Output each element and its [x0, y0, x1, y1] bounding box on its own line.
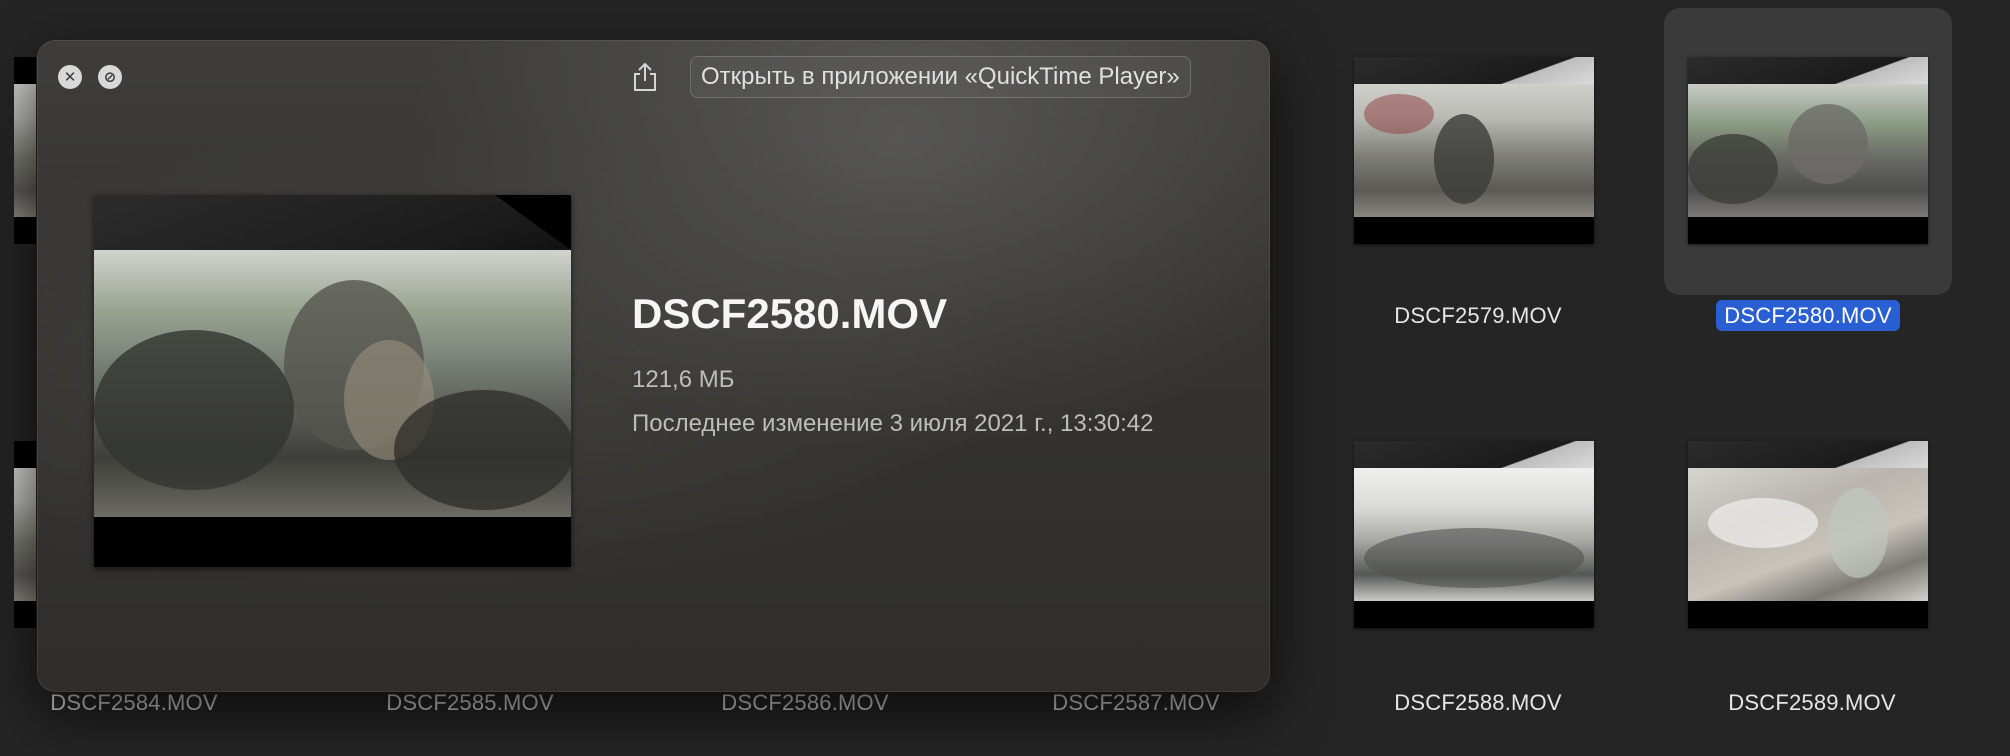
file-name: DSCF2589.MOV — [1728, 690, 1896, 715]
file-name: DSCF2579.MOV — [1394, 303, 1562, 328]
video-preview-thumbnail — [94, 195, 571, 567]
video-thumbnail — [1688, 57, 1928, 244]
video-thumbnail — [1354, 57, 1594, 244]
share-icon[interactable] — [627, 59, 663, 95]
close-icon[interactable]: ✕ — [58, 65, 82, 89]
file-name[interactable]: DSCF2584.MOV — [0, 690, 302, 716]
file-name: DSCF2580.MOV — [1640, 300, 1976, 331]
partial-thumbnail[interactable] — [14, 441, 36, 628]
video-thumbnail — [1688, 441, 1928, 628]
file-name[interactable]: DSCF2587.MOV — [968, 690, 1304, 716]
quick-look-panel: ✕ ⊘ Открыть в приложении «QuickTime Play… — [37, 40, 1270, 692]
file-tile-dscf2589[interactable]: DSCF2589.MOV — [1644, 400, 1980, 715]
open-in-app-button[interactable]: Открыть в приложении «QuickTime Player» — [690, 56, 1191, 98]
file-name[interactable]: DSCF2586.MOV — [637, 690, 973, 716]
file-tile-dscf2588[interactable]: DSCF2588.MOV — [1310, 400, 1646, 715]
file-name[interactable]: DSCF2585.MOV — [302, 690, 638, 716]
fullscreen-icon[interactable]: ⊘ — [98, 65, 122, 89]
file-title: DSCF2580.MOV — [632, 290, 948, 337]
file-size: 121,6 МБ — [632, 366, 735, 393]
file-tile-dscf2579[interactable]: DSCF2579.MOV — [1310, 8, 1646, 328]
finder-icon-view: DSCF2579.MOV DSCF2580.MOV DSCF2584.MOV D… — [0, 0, 2010, 756]
file-name: DSCF2588.MOV — [1394, 690, 1562, 715]
partial-thumbnail[interactable] — [14, 57, 36, 244]
modified-date: Последнее изменение 3 июля 2021 г., 13:3… — [632, 410, 1154, 437]
video-thumbnail — [1354, 441, 1594, 628]
file-tile-dscf2580[interactable]: DSCF2580.MOV — [1664, 8, 2000, 331]
